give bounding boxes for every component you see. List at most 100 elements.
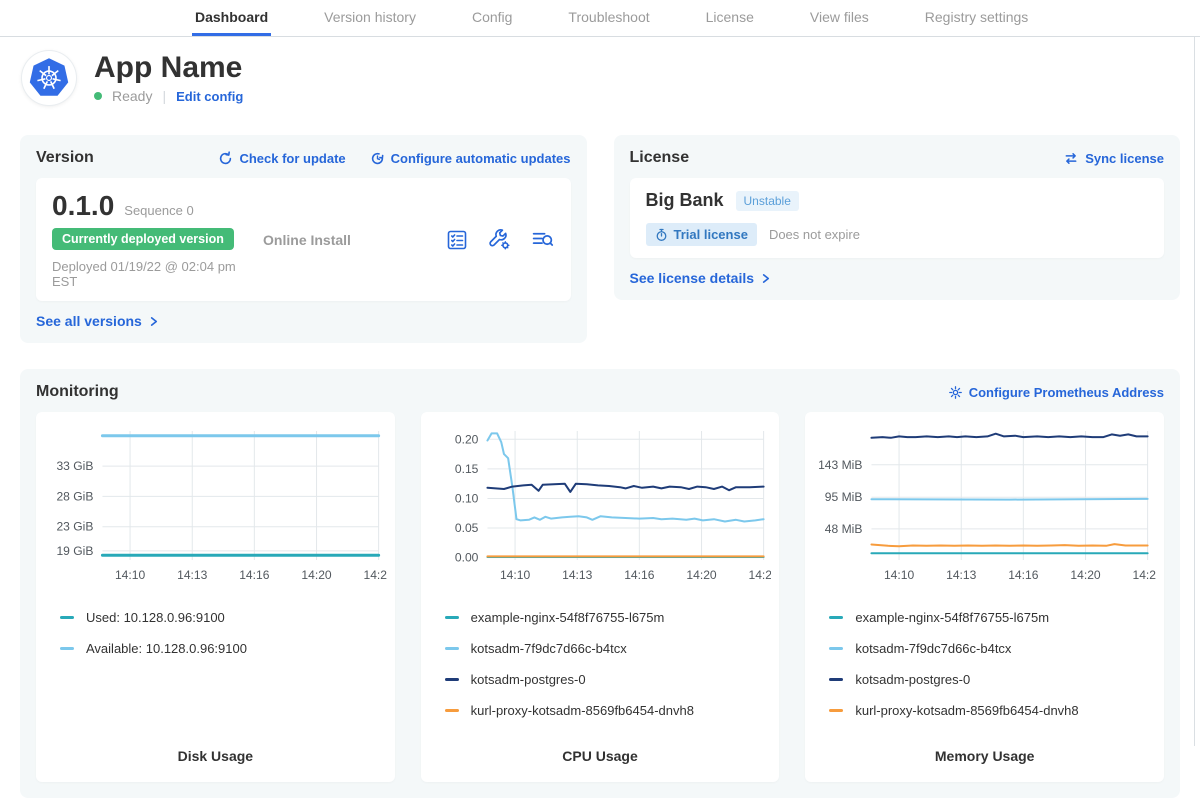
tab-dashboard[interactable]: Dashboard [192, 0, 271, 36]
divider: | [162, 88, 166, 104]
tab-license[interactable]: License [703, 0, 757, 36]
chart-title: CPU Usage [429, 734, 772, 768]
legend-item: kotsadm-7f9dc7d66c-b4tcx [829, 641, 1140, 656]
channel-badge: Unstable [736, 191, 799, 211]
monitoring-title: Monitoring [36, 383, 119, 401]
version-panel: Version Check for update [20, 135, 587, 343]
legend-label: Used: 10.128.0.96:9100 [86, 610, 225, 625]
legend-label: kotsadm-postgres-0 [471, 672, 586, 687]
legend-item: Used: 10.128.0.96:9100 [60, 610, 371, 625]
svg-text:14:23: 14:23 [1133, 568, 1156, 582]
tab-view-files[interactable]: View files [807, 0, 872, 36]
svg-text:23 GiB: 23 GiB [56, 520, 93, 534]
svg-text:14:13: 14:13 [177, 568, 208, 582]
legend-color-dash [445, 647, 459, 650]
license-panel-title: License [630, 149, 690, 167]
svg-text:14:20: 14:20 [301, 568, 332, 582]
disk-usage-chart: 33 GiB 28 GiB 23 GiB 19 GiB 14:10 14:13 14:16 1… [44, 422, 387, 586]
legend-color-dash [829, 647, 843, 650]
svg-text:0.15: 0.15 [455, 462, 479, 476]
edit-config-link[interactable]: Edit config [176, 89, 243, 104]
memory-usage-legend: example-nginx-54f8f76755-l675m kotsadm-7f… [813, 594, 1156, 734]
tab-version-history[interactable]: Version history [321, 0, 419, 36]
top-nav: Dashboard Version history Config Trouble… [0, 0, 1200, 37]
legend-label: kotsadm-7f9dc7d66c-b4tcx [855, 641, 1011, 656]
legend-color-dash [60, 616, 74, 619]
chart-title: Disk Usage [44, 734, 387, 768]
legend-label: example-nginx-54f8f76755-l675m [855, 610, 1049, 625]
svg-text:14:16: 14:16 [624, 568, 655, 582]
see-license-details-link[interactable]: See license details [630, 270, 772, 286]
customer-name: Big Bank [646, 190, 724, 211]
svg-text:19 GiB: 19 GiB [56, 544, 93, 558]
svg-text:14:10: 14:10 [500, 568, 531, 582]
scrollbar-track[interactable] [1194, 37, 1195, 746]
legend-label: example-nginx-54f8f76755-l675m [471, 610, 665, 625]
tab-registry-settings[interactable]: Registry settings [922, 0, 1031, 36]
legend-item: kurl-proxy-kotsadm-8569fb6454-dnvh8 [445, 703, 756, 718]
chart-title: Memory Usage [813, 734, 1156, 768]
legend-item: Available: 10.128.0.96:9100 [60, 641, 371, 656]
app-logo [22, 51, 76, 105]
legend-label: kotsadm-postgres-0 [855, 672, 970, 687]
status-text: Ready [112, 88, 152, 104]
tab-troubleshoot[interactable]: Troubleshoot [565, 0, 652, 36]
legend-item: example-nginx-54f8f76755-l675m [445, 610, 756, 625]
license-panel: License Sync license Big Bank Unstable [614, 135, 1181, 300]
svg-text:14:20: 14:20 [1071, 568, 1102, 582]
gear-icon [948, 385, 963, 400]
svg-text:14:23: 14:23 [748, 568, 771, 582]
cpu-usage-chart: 0.200.150.100.050.0014:1014:1314:1614:20… [429, 422, 772, 586]
deployed-timestamp: Deployed 01/19/22 @ 02:04 pm EST [52, 259, 263, 289]
configure-prometheus-button[interactable]: Configure Prometheus Address [948, 385, 1164, 400]
license-card: Big Bank Unstable Trial license Does not… [630, 178, 1165, 258]
svg-text:14:16: 14:16 [239, 568, 270, 582]
legend-item: kotsadm-7f9dc7d66c-b4tcx [445, 641, 756, 656]
install-type: Online Install [263, 232, 444, 248]
preflight-checks-icon[interactable] [445, 228, 469, 252]
svg-text:14:10: 14:10 [115, 568, 146, 582]
svg-text:95 MiB: 95 MiB [825, 490, 863, 504]
svg-text:0.10: 0.10 [455, 492, 479, 506]
svg-text:14:16: 14:16 [1009, 568, 1040, 582]
license-type-badge: Trial license [646, 223, 757, 246]
disk-usage-legend: Used: 10.128.0.96:9100 Available: 10.128.… [44, 594, 387, 672]
svg-text:28 GiB: 28 GiB [56, 489, 93, 503]
legend-color-dash [445, 709, 459, 712]
memory-usage-chart: 143 MiB95 MiB48 MiB14:1014:1314:1614:201… [813, 422, 1156, 586]
deploy-logs-icon[interactable] [530, 227, 555, 252]
sync-icon [1063, 151, 1079, 166]
legend-color-dash [829, 616, 843, 619]
svg-text:33 GiB: 33 GiB [56, 459, 93, 473]
chevron-right-icon [148, 316, 159, 327]
version-sequence: Sequence 0 [124, 203, 193, 218]
legend-color-dash [445, 678, 459, 681]
status-dot [94, 92, 102, 100]
see-all-versions-link[interactable]: See all versions [36, 313, 159, 329]
legend-item: kurl-proxy-kotsadm-8569fb6454-dnvh8 [829, 703, 1140, 718]
svg-text:14:20: 14:20 [686, 568, 717, 582]
memory-usage-chart-card: 143 MiB95 MiB48 MiB14:1014:1314:1614:201… [805, 412, 1164, 782]
legend-color-dash [829, 678, 843, 681]
legend-label: kurl-proxy-kotsadm-8569fb6454-dnvh8 [855, 703, 1078, 718]
svg-text:48 MiB: 48 MiB [825, 522, 863, 536]
kubernetes-icon [26, 55, 72, 101]
svg-text:0.00: 0.00 [455, 551, 479, 565]
configure-automatic-updates-button[interactable]: Configure automatic updates [370, 151, 571, 166]
license-expiry: Does not expire [769, 227, 860, 242]
svg-text:0.05: 0.05 [455, 521, 479, 535]
deployed-badge: Currently deployed version [52, 228, 234, 250]
cpu-usage-chart-card: 0.200.150.100.050.0014:1014:1314:1614:20… [421, 412, 780, 782]
deployed-version-card: 0.1.0 Sequence 0 Currently deployed vers… [36, 178, 571, 301]
config-wrench-icon[interactable] [487, 227, 512, 252]
sync-license-button[interactable]: Sync license [1063, 151, 1164, 166]
refresh-icon [218, 151, 233, 166]
legend-color-dash [445, 616, 459, 619]
tab-config[interactable]: Config [469, 0, 515, 36]
page-title: App Name [94, 52, 243, 84]
clock-refresh-icon [370, 151, 385, 166]
check-for-update-button[interactable]: Check for update [218, 151, 345, 166]
legend-color-dash [60, 647, 74, 650]
svg-text:14:10: 14:10 [884, 568, 915, 582]
app-header: App Name Ready | Edit config [22, 51, 1180, 105]
